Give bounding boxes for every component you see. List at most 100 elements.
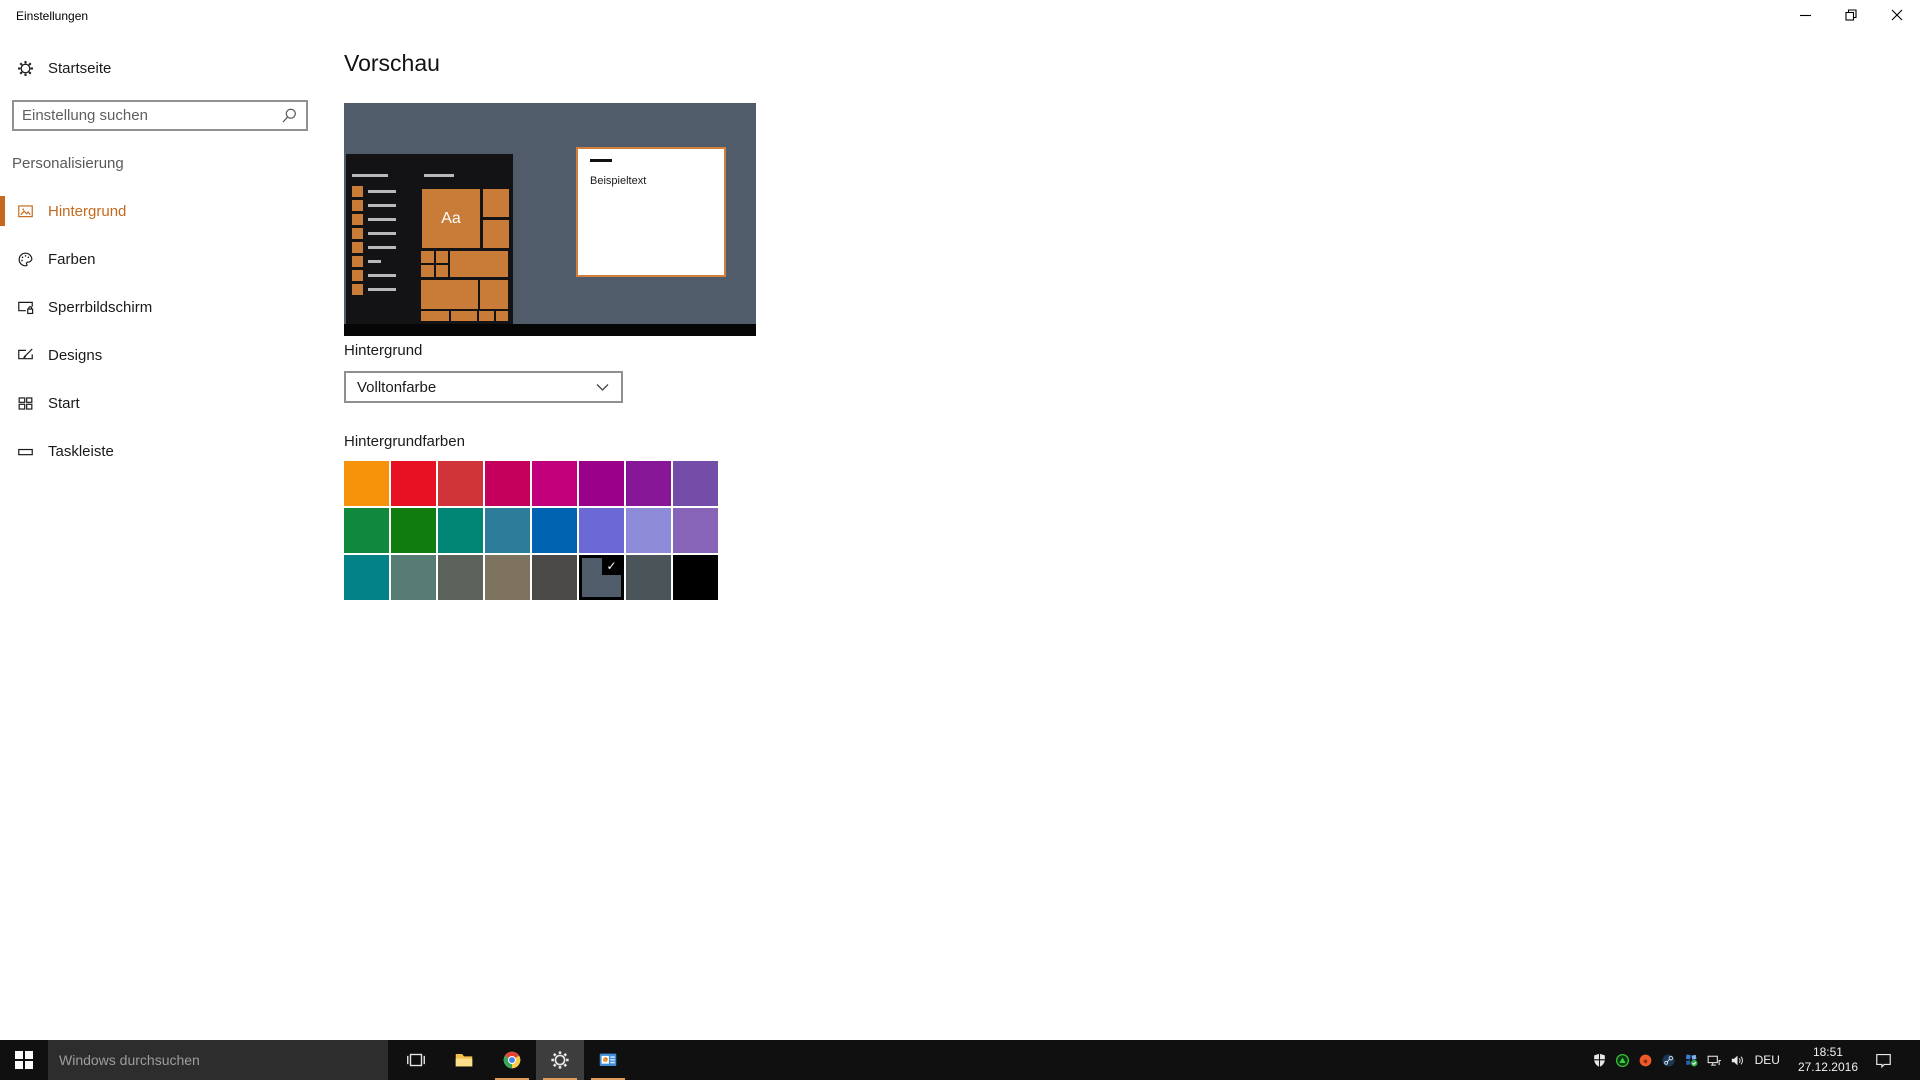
color-swatch[interactable]: [391, 461, 436, 506]
preview-app-icon: [352, 242, 363, 253]
preview-app-icon: [352, 200, 363, 211]
palette-icon: [18, 252, 33, 266]
preview-taskbar-strip: [344, 324, 756, 336]
chrome-icon: [503, 1051, 521, 1069]
sidebar-home-label: Startseite: [48, 59, 112, 77]
defender-shield-icon[interactable]: [1588, 1040, 1611, 1080]
color-swatch[interactable]: [532, 555, 577, 600]
sidebar-item-start[interactable]: Start: [0, 381, 330, 425]
preview-tile: [483, 189, 509, 217]
preview-app-label-line: [368, 232, 396, 235]
preview-app-label-line: [368, 260, 381, 263]
chrome-button[interactable]: [488, 1040, 536, 1080]
volume-icon[interactable]: [1726, 1040, 1749, 1080]
color-swatch[interactable]: [391, 555, 436, 600]
preview-app-icon: [352, 256, 363, 267]
color-swatch[interactable]: [579, 461, 624, 506]
color-swatch[interactable]: [673, 508, 718, 553]
start-layout-icon: [18, 396, 33, 410]
steam-tray-icon[interactable]: [1657, 1040, 1680, 1080]
color-swatch[interactable]: [485, 461, 530, 506]
taskbar-search-placeholder: Windows durchsuchen: [59, 1052, 200, 1068]
color-swatch[interactable]: [579, 508, 624, 553]
page-title: Vorschau: [344, 50, 440, 76]
start-button[interactable]: [0, 1040, 48, 1080]
green-circle-tray-icon[interactable]: [1611, 1040, 1634, 1080]
search-icon: [282, 108, 296, 123]
system-tray: DEU 18:51 27.12.2016: [1588, 1040, 1898, 1080]
settings-search-input[interactable]: [14, 107, 280, 124]
picture-icon: [18, 204, 33, 217]
task-view-icon: [407, 1053, 425, 1067]
window-controls: [1782, 0, 1920, 30]
sidebar-item-farben[interactable]: Farben: [0, 237, 330, 281]
close-icon: [1891, 9, 1903, 21]
language-indicator[interactable]: DEU: [1749, 1053, 1788, 1067]
sidebar-item-taskleiste[interactable]: Taskleiste: [0, 429, 330, 473]
window-titlebar: Einstellungen: [0, 0, 1920, 32]
sidebar-item-sperrbildschirm[interactable]: Sperrbildschirm: [0, 285, 330, 329]
color-swatch[interactable]: [438, 461, 483, 506]
preview-app-label-line: [368, 288, 396, 291]
preview-tile: [421, 311, 449, 321]
color-swatch[interactable]: [532, 461, 577, 506]
sidebar-item-label: Farben: [48, 250, 96, 268]
start-menu-preview: Aa: [346, 154, 513, 324]
clock-time: 18:51: [1812, 1045, 1843, 1059]
sidebar-item-home[interactable]: Startseite: [16, 54, 111, 82]
color-swatch[interactable]: [344, 555, 389, 600]
color-swatch[interactable]: [626, 555, 671, 600]
preview-app-icon: [352, 186, 363, 197]
settings-button[interactable]: [536, 1040, 584, 1080]
color-swatch[interactable]: [485, 508, 530, 553]
color-swatch[interactable]: [344, 461, 389, 506]
task-view-button[interactable]: [392, 1040, 440, 1080]
taskbar-search-box[interactable]: Windows durchsuchen: [48, 1040, 388, 1080]
chevron-down-icon: [596, 383, 609, 391]
color-swatch[interactable]: [532, 508, 577, 553]
preview-app-label-line: [368, 190, 396, 193]
clock[interactable]: 18:51 27.12.2016: [1788, 1045, 1868, 1075]
network-icon[interactable]: [1703, 1040, 1726, 1080]
color-swatch[interactable]: [438, 555, 483, 600]
preview-tile: [436, 265, 448, 277]
preview-tile: [483, 220, 509, 248]
minimize-button[interactable]: [1782, 0, 1828, 30]
squares-check-tray-icon[interactable]: [1680, 1040, 1703, 1080]
sidebar-item-hintergrund[interactable]: Hintergrund: [0, 189, 330, 233]
sidebar-item-designs[interactable]: Designs: [0, 333, 330, 377]
color-swatch[interactable]: [344, 508, 389, 553]
background-color-grid: ✓: [344, 461, 718, 600]
color-swatch[interactable]: [391, 508, 436, 553]
preview-app-icon: [352, 228, 363, 239]
background-type-dropdown[interactable]: Volltonfarbe: [344, 371, 623, 403]
preview-window-dash: [590, 159, 612, 162]
restore-button[interactable]: [1828, 0, 1874, 30]
start-menu-app-list: [352, 186, 412, 316]
preview-tile: [421, 251, 434, 263]
color-swatch[interactable]: [485, 555, 530, 600]
color-swatch[interactable]: [438, 508, 483, 553]
settings-gear-icon: [551, 1051, 569, 1069]
action-center-icon[interactable]: [1868, 1040, 1898, 1080]
presentation-app-button[interactable]: [584, 1040, 632, 1080]
preview-tile: [451, 311, 477, 321]
file-explorer-button[interactable]: [440, 1040, 488, 1080]
color-swatch[interactable]: [673, 555, 718, 600]
color-swatch[interactable]: [673, 461, 718, 506]
preview-app-label-line: [368, 274, 396, 277]
preview-app-icon: [352, 284, 363, 295]
color-swatch[interactable]: [626, 508, 671, 553]
sidebar-section-label: Personalisierung: [12, 155, 124, 172]
color-swatch[interactable]: [626, 461, 671, 506]
color-swatch[interactable]: ✓: [579, 555, 624, 600]
origin-tray-icon[interactable]: [1634, 1040, 1657, 1080]
preview-tile-text: Aa: [441, 209, 461, 227]
settings-search-box[interactable]: [12, 100, 308, 131]
preview-window-text: Beispieltext: [590, 175, 647, 187]
close-button[interactable]: [1874, 0, 1920, 30]
taskbar: Windows durchsuchen DEU 18:51 27.12.2016: [0, 1040, 1920, 1080]
gear-icon: [18, 60, 33, 76]
taskbar-app-buttons: [392, 1040, 632, 1080]
restore-icon: [1845, 9, 1857, 21]
